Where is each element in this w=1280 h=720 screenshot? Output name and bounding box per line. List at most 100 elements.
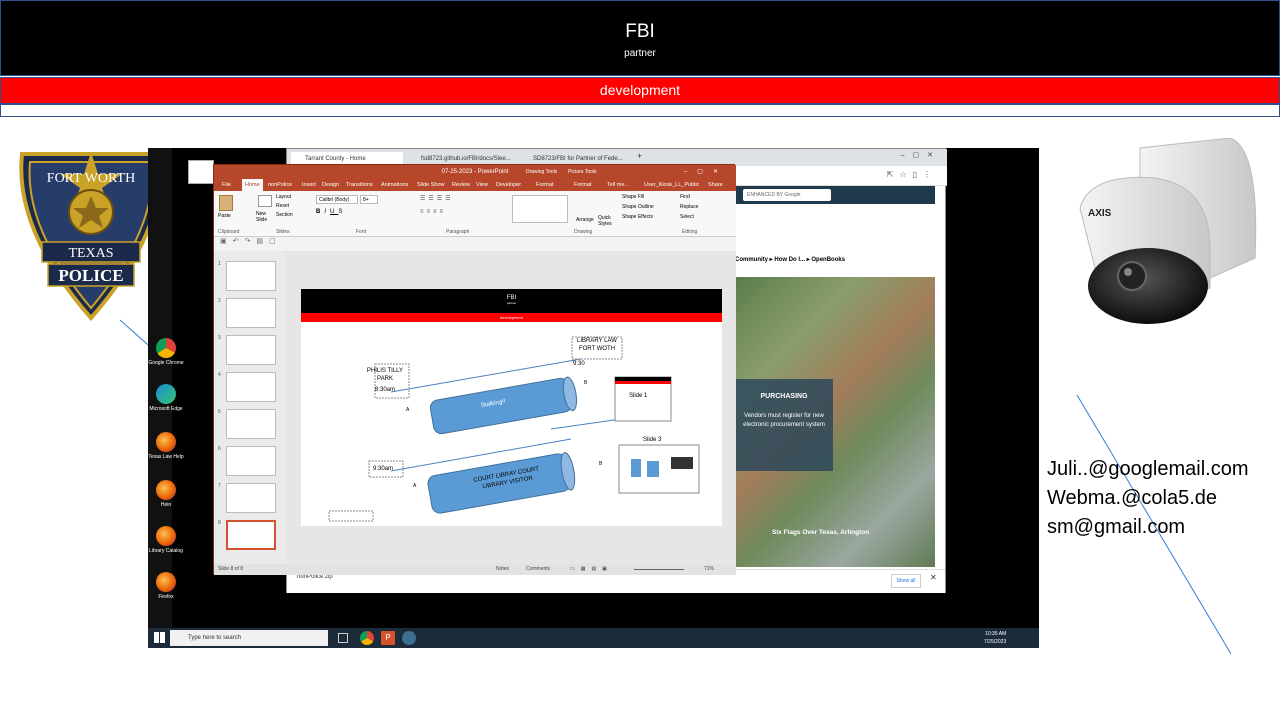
windows-taskbar: Type here to search P 10:35 AM 7/25/2023 <box>148 628 1039 648</box>
time-830-label[interactable]: 8:30am <box>375 387 395 393</box>
tab-format-drawing[interactable]: Format <box>536 179 553 191</box>
edge-icon <box>156 384 176 404</box>
reset-button[interactable]: Reset <box>276 203 289 209</box>
nav-community[interactable]: Community <box>735 257 768 263</box>
time-930-label[interactable]: 9:30 <box>573 361 585 367</box>
tab-slide-show[interactable]: Slide Show <box>417 179 445 191</box>
tab-file[interactable]: File <box>222 179 231 191</box>
powerpoint-taskbar-icon[interactable]: P <box>381 631 395 645</box>
section-button[interactable]: Section <box>276 212 293 218</box>
desktop-shortcut-firefox[interactable]: Firefox <box>148 572 184 600</box>
thumb-number: 1 <box>218 261 221 267</box>
task-view-icon[interactable] <box>338 633 348 643</box>
app-taskbar-icon[interactable] <box>402 631 416 645</box>
paste-button[interactable]: Paste <box>218 213 231 219</box>
thumb-number: 5 <box>218 409 221 415</box>
desktop-shortcut-texas-law-help[interactable]: Texas Law Help <box>148 432 184 460</box>
slide-thumbnail[interactable] <box>226 335 276 365</box>
shapes-gallery[interactable] <box>512 195 568 223</box>
font-format-buttons[interactable]: BIUS <box>316 209 346 215</box>
tab-home[interactable]: Home <box>242 179 263 191</box>
slide3-label[interactable]: Slide 3 <box>643 437 661 443</box>
zoom-slider[interactable] <box>634 569 684 570</box>
shape-fill-button[interactable]: Shape Fill <box>622 194 644 200</box>
taskbar-search-input[interactable]: Type here to search <box>170 630 328 646</box>
comments-button[interactable]: Comments <box>526 564 550 575</box>
desktop-shortcut-hein[interactable]: Hein <box>148 480 184 508</box>
slide-thumbnail[interactable] <box>226 372 276 402</box>
group-clipboard: Clipboard <box>218 229 240 235</box>
quick-styles-button[interactable]: Quick Styles <box>598 215 618 227</box>
browser-toolbar-icons[interactable]: ⇱☆▯⋮ <box>887 170 937 179</box>
purchasing-panel[interactable]: PURCHASING Vendors must register for new… <box>735 379 833 471</box>
taskbar-clock[interactable]: 10:35 AM 7/25/2023 <box>984 630 1006 646</box>
show-all-button[interactable]: Show all <box>891 574 921 588</box>
tab-insert[interactable]: Insert <box>302 179 316 191</box>
slide-thumbnail[interactable] <box>226 261 276 291</box>
view-mode-icons[interactable]: ▭▦▤▣ <box>570 564 613 575</box>
slide-thumbnail[interactable] <box>226 298 276 328</box>
tab-view[interactable]: View <box>476 179 488 191</box>
account-user[interactable]: User_Kiosk_LL_Public <box>644 179 699 191</box>
slide-thumbnail[interactable] <box>226 446 276 476</box>
site-search-input[interactable]: ENHANCED BY Google <box>743 189 831 201</box>
select-button[interactable]: Select <box>680 214 694 220</box>
paste-icon[interactable] <box>219 195 233 211</box>
notes-button[interactable]: Notes <box>496 564 509 575</box>
stalking-cylinder[interactable] <box>429 376 579 435</box>
slide-thumbnail-selected[interactable] <box>226 520 276 550</box>
zoom-level[interactable]: 71% <box>704 564 714 575</box>
new-tab-icon[interactable]: + <box>637 151 642 161</box>
current-slide[interactable]: FBI partner development PHILIS TILLY PAR… <box>301 289 722 526</box>
new-slide-icon[interactable] <box>258 195 272 207</box>
desktop-shortcut-library-catalog[interactable]: Library Catalog <box>148 526 184 554</box>
paragraph-buttons[interactable]: ☰☰☰☰ <box>420 195 454 202</box>
ppt-status-bar: Slide 8 of 8 Notes Comments ▭▦▤▣ 71% <box>214 564 736 575</box>
window-controls-icon[interactable]: –▢✕ <box>901 151 941 159</box>
windows-start-icon[interactable] <box>154 632 165 643</box>
find-button[interactable]: Find <box>680 194 690 200</box>
font-size-select[interactable]: 8+ <box>360 195 378 204</box>
thumb-number: 8 <box>218 520 221 526</box>
close-icon[interactable]: ✕ <box>930 573 937 582</box>
font-name-select[interactable]: Calibri (Body) <box>316 195 358 204</box>
share-button[interactable]: Share <box>708 179 723 191</box>
slide-thumbnail[interactable] <box>226 409 276 439</box>
contact-email: Webma.@cola5.de <box>1047 487 1218 509</box>
tab-animations[interactable]: Animations <box>381 179 408 191</box>
library-law-label[interactable]: LIBRARY LAW FORT WOTH <box>571 337 623 353</box>
ppt-context-tab: Drawing Tools <box>526 169 558 175</box>
chrome-taskbar-icon[interactable] <box>360 631 374 645</box>
slide1-label[interactable]: Slide 1 <box>629 393 647 399</box>
tab-design[interactable]: Design <box>322 179 339 191</box>
philis-tilly-park-label[interactable]: PHILIS TILLY PARK <box>365 367 405 383</box>
nav-openbooks[interactable]: OpenBooks <box>811 257 845 263</box>
time-930am-label[interactable]: 9:30am <box>373 466 393 472</box>
tab-developer[interactable]: Developer <box>496 179 521 191</box>
layout-button[interactable]: Layout <box>276 194 291 200</box>
replace-button[interactable]: Replace <box>680 204 698 210</box>
tab-review[interactable]: Review <box>452 179 470 191</box>
purchasing-text: Vendors must register for new electronic… <box>743 413 825 428</box>
label-b[interactable]: B <box>599 461 602 467</box>
desktop-shortcut-edge[interactable]: Microsoft Edge <box>148 384 184 412</box>
shape-effects-button[interactable]: Shape Effects <box>622 214 653 220</box>
ppt-window-controls-icon[interactable]: –▢✕ <box>684 165 728 179</box>
label-a[interactable]: A <box>406 407 409 413</box>
tab-format-picture[interactable]: Format <box>574 179 591 191</box>
desktop-shortcut-chrome[interactable]: Google Chrome <box>148 338 184 366</box>
nav-how-do-i[interactable]: How Do I... <box>774 257 805 263</box>
quick-access-toolbar[interactable]: ▣↶↷▤▢ <box>214 237 736 251</box>
new-slide-button[interactable]: New Slide <box>256 211 274 223</box>
tab-nonpolice[interactable]: nonPolice <box>268 179 292 191</box>
tab-transitions[interactable]: Transitions <box>346 179 373 191</box>
tell-me-search[interactable]: Tell me... <box>607 179 629 191</box>
empty-text-box[interactable] <box>328 510 374 522</box>
arrange-button[interactable]: Arrange <box>576 217 594 223</box>
label-b[interactable]: B <box>584 380 587 386</box>
label-a[interactable]: A <box>413 483 416 489</box>
alignment-buttons[interactable]: ≡≡≡≡ <box>420 209 446 215</box>
desktop-file-icon[interactable] <box>188 160 214 184</box>
slide-thumbnail[interactable] <box>226 483 276 513</box>
shape-outline-button[interactable]: Shape Outline <box>622 204 654 210</box>
